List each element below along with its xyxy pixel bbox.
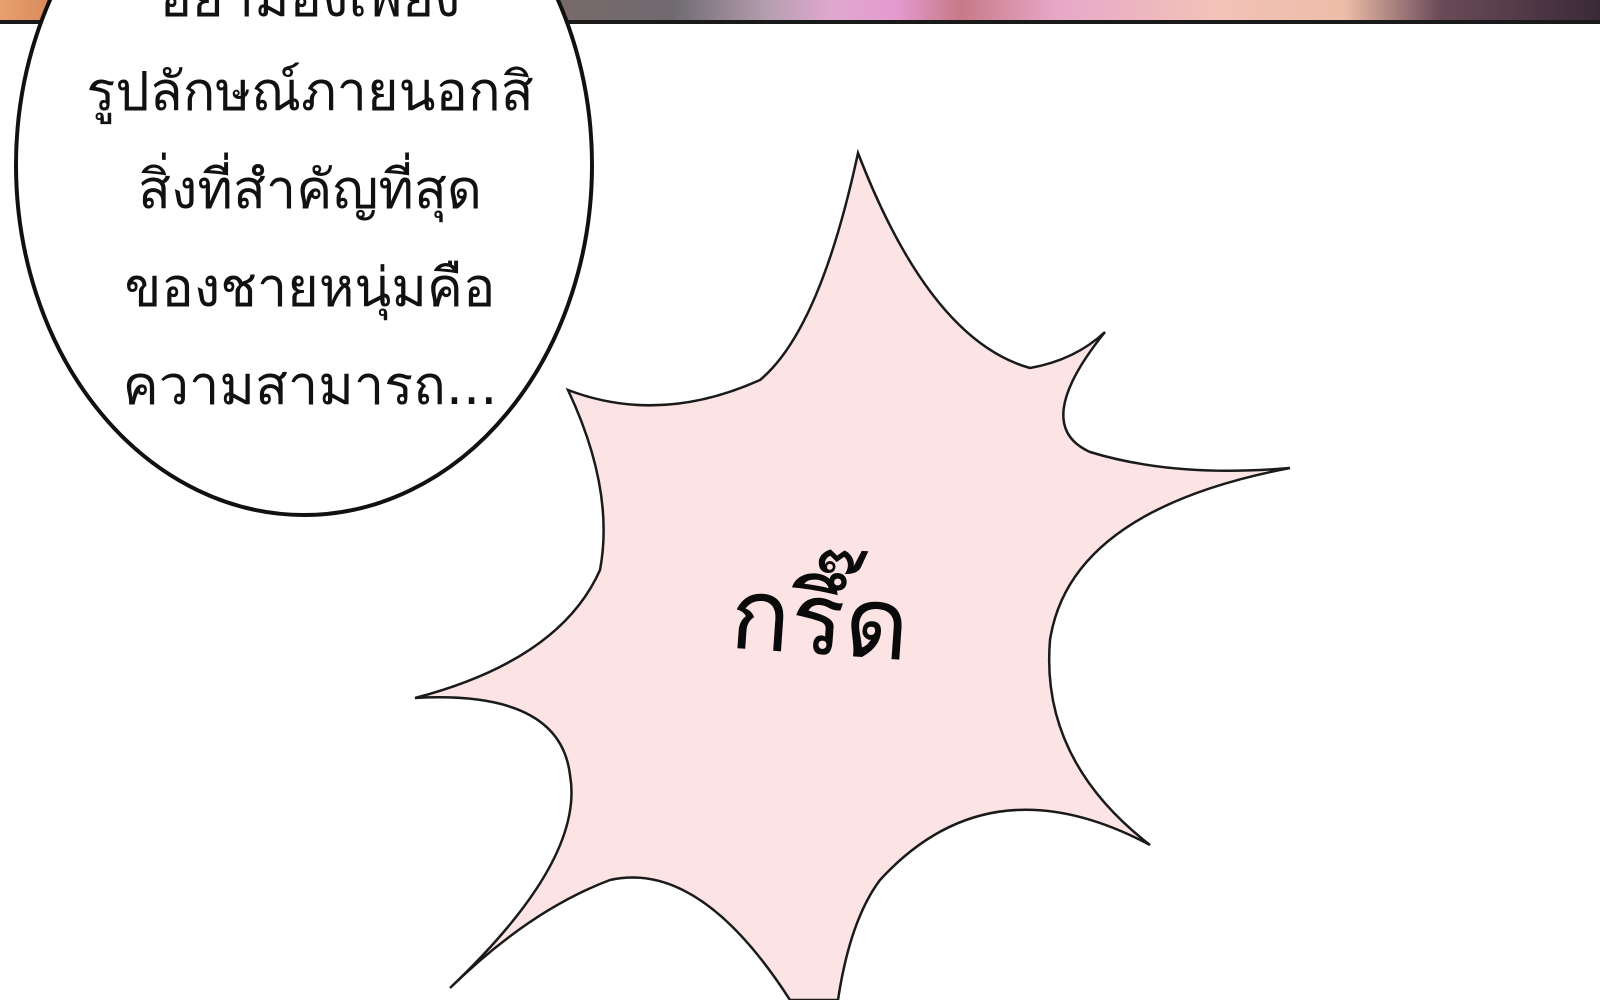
speech-bubble-line: ของชายหนุ่มคือ xyxy=(124,256,496,319)
speech-bubble-line: ความสามารถ... xyxy=(122,354,498,417)
speech-bubble-line: สิ่งที่สำคัญที่สุด xyxy=(138,158,482,221)
speech-bubble-line: อย่ามองเพียง xyxy=(30,0,590,28)
comic-artwork xyxy=(14,0,1291,1000)
sound-effect-text: กรึ๊ด xyxy=(726,554,914,685)
speech-bubble-line: รูปลักษณ์ภายนอกสิ xyxy=(86,60,534,123)
